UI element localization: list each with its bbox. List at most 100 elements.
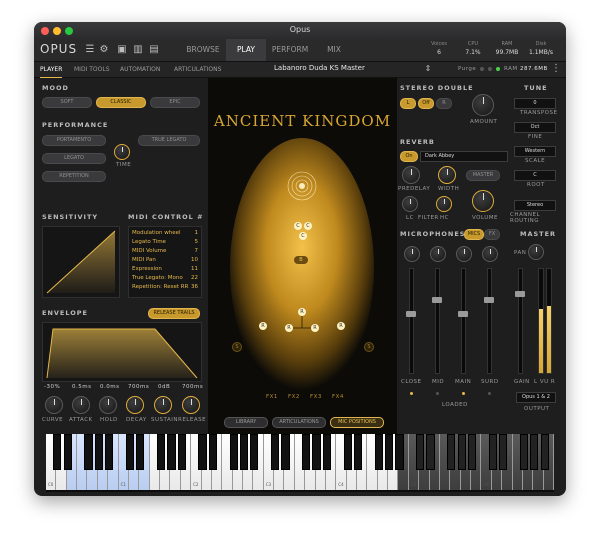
attack-knob[interactable]: [72, 396, 90, 414]
black-key[interactable]: [136, 434, 145, 470]
surround-fader[interactable]: [484, 268, 494, 374]
black-key[interactable]: [239, 434, 249, 470]
stereo-double-off-button[interactable]: Off: [418, 98, 434, 109]
mic-node-close-right[interactable]: C: [304, 222, 312, 230]
mixer-view-icon[interactable]: ▤: [148, 44, 160, 56]
black-key[interactable]: [53, 434, 62, 470]
legato-time-knob[interactable]: [114, 144, 130, 160]
midi-control-row[interactable]: MIDI Pan 10: [132, 257, 198, 263]
stereo-amount-knob[interactable]: [472, 94, 494, 116]
preset-name[interactable]: Labanoro Duda KS Master: [274, 64, 365, 72]
reverb-on-button[interactable]: On: [400, 151, 418, 162]
mid-pan-knob[interactable]: [430, 246, 446, 262]
fx3-label[interactable]: FX3: [310, 394, 322, 400]
mic-node-main-far-left[interactable]: R: [259, 322, 267, 330]
tab-play[interactable]: PLAY: [226, 39, 266, 61]
subtab-articulations[interactable]: ARTICULATIONS: [174, 62, 221, 77]
black-key[interactable]: [447, 434, 456, 470]
envelope-graph[interactable]: [42, 322, 202, 382]
black-key[interactable]: [343, 434, 352, 470]
mid-fader[interactable]: [432, 268, 442, 374]
mood-soft-button[interactable]: SOFT: [42, 97, 92, 108]
surround-fader-thumb[interactable]: [484, 297, 494, 303]
black-key[interactable]: [84, 434, 93, 470]
black-key[interactable]: [302, 434, 311, 470]
reverb-volume-knob[interactable]: [472, 190, 494, 212]
fx2-label[interactable]: FX2: [288, 394, 300, 400]
library-button[interactable]: LIBRARY: [224, 417, 268, 428]
close-fader[interactable]: [406, 268, 416, 374]
reverb-master-button[interactable]: MASTER: [466, 170, 500, 181]
width-knob[interactable]: [438, 166, 456, 184]
subtab-midi-tools[interactable]: MIDI TOOLS: [74, 62, 110, 77]
midi-control-row[interactable]: True Legato: Mono 22: [132, 275, 198, 281]
mic-node-close-left[interactable]: C: [294, 222, 302, 230]
black-key[interactable]: [250, 434, 259, 470]
menu-icon[interactable]: ☰: [84, 44, 96, 56]
black-key[interactable]: [416, 434, 425, 470]
high-cut-knob[interactable]: [436, 196, 452, 212]
fx1-label[interactable]: FX1: [266, 394, 278, 400]
black-key[interactable]: [94, 434, 103, 470]
black-key[interactable]: [177, 434, 186, 470]
sustain-knob[interactable]: [154, 396, 172, 414]
mic-node-close-center[interactable]: C: [299, 232, 307, 240]
midi-control-row[interactable]: Legato Time 5: [132, 239, 198, 245]
black-key[interactable]: [519, 434, 528, 470]
master-pan-knob[interactable]: [528, 244, 544, 260]
mic-positions-button[interactable]: MIC POSITIONS: [330, 417, 384, 428]
release-trails-button[interactable]: RELEASE TRAILS: [148, 308, 200, 319]
master-gain-fader-thumb[interactable]: [515, 291, 525, 297]
tab-browse[interactable]: BROWSE: [180, 39, 226, 61]
hold-knob[interactable]: [99, 396, 117, 414]
main-pan-knob[interactable]: [456, 246, 472, 262]
black-key[interactable]: [270, 434, 280, 470]
black-key[interactable]: [488, 434, 497, 470]
mic-node-main-left[interactable]: R: [285, 324, 293, 332]
curve-knob[interactable]: [45, 396, 63, 414]
mic-node-mid[interactable]: B: [294, 256, 308, 264]
keyboard-view-icon[interactable]: ▥: [132, 44, 144, 56]
black-key[interactable]: [530, 434, 539, 470]
black-key[interactable]: [467, 434, 477, 470]
black-key[interactable]: [395, 434, 404, 470]
preset-chevron-icon[interactable]: ⇕: [422, 63, 434, 75]
mic-node-main-far-right[interactable]: R: [337, 322, 345, 330]
layout-panel-icon[interactable]: ▣: [116, 44, 128, 56]
black-key[interactable]: [105, 434, 114, 470]
mics-toggle[interactable]: MICS: [464, 229, 484, 240]
black-key[interactable]: [208, 434, 217, 470]
black-key[interactable]: [229, 434, 238, 470]
black-key[interactable]: [385, 434, 394, 470]
black-key[interactable]: [322, 434, 332, 470]
main-fader[interactable]: [458, 268, 468, 374]
mood-classic-button[interactable]: CLASSIC: [96, 97, 146, 108]
output-select[interactable]: Opus 1 & 2: [516, 392, 556, 403]
mid-fader-thumb[interactable]: [432, 297, 442, 303]
more-options-icon[interactable]: ⋮: [550, 63, 562, 75]
true-legato-button[interactable]: TRUE LEGATO: [138, 135, 200, 146]
decay-knob[interactable]: [126, 396, 144, 414]
tab-perform[interactable]: PERFORM: [266, 39, 314, 61]
close-pan-knob[interactable]: [404, 246, 420, 262]
black-key[interactable]: [374, 434, 383, 470]
articulations-button[interactable]: ARTICULATIONS: [272, 417, 326, 428]
black-key[interactable]: [312, 434, 321, 470]
piano-keyboard[interactable]: C0 C1 C2 C3 C4 C5 C6: [46, 434, 554, 492]
fx4-label[interactable]: FX4: [332, 394, 344, 400]
stereo-double-left-button[interactable]: L: [400, 98, 416, 109]
mic-node-main-top[interactable]: R: [298, 308, 306, 316]
root-field[interactable]: C: [514, 170, 556, 181]
release-knob[interactable]: [182, 396, 200, 414]
reverb-preset-select[interactable]: Dark Abbey: [420, 151, 508, 162]
midi-control-row[interactable]: Modulation wheel 1: [132, 230, 198, 236]
close-fader-thumb[interactable]: [406, 311, 416, 317]
black-key[interactable]: [353, 434, 363, 470]
repetition-button[interactable]: REPETITION: [42, 171, 106, 182]
stereo-double-right-button[interactable]: R: [436, 98, 452, 109]
master-gain-fader[interactable]: [515, 268, 525, 374]
mic-node-main-right[interactable]: R: [311, 324, 319, 332]
subtab-automation[interactable]: AUTOMATION: [120, 62, 160, 77]
black-key[interactable]: [63, 434, 72, 470]
midi-control-row[interactable]: MIDI Volume 7: [132, 248, 198, 254]
